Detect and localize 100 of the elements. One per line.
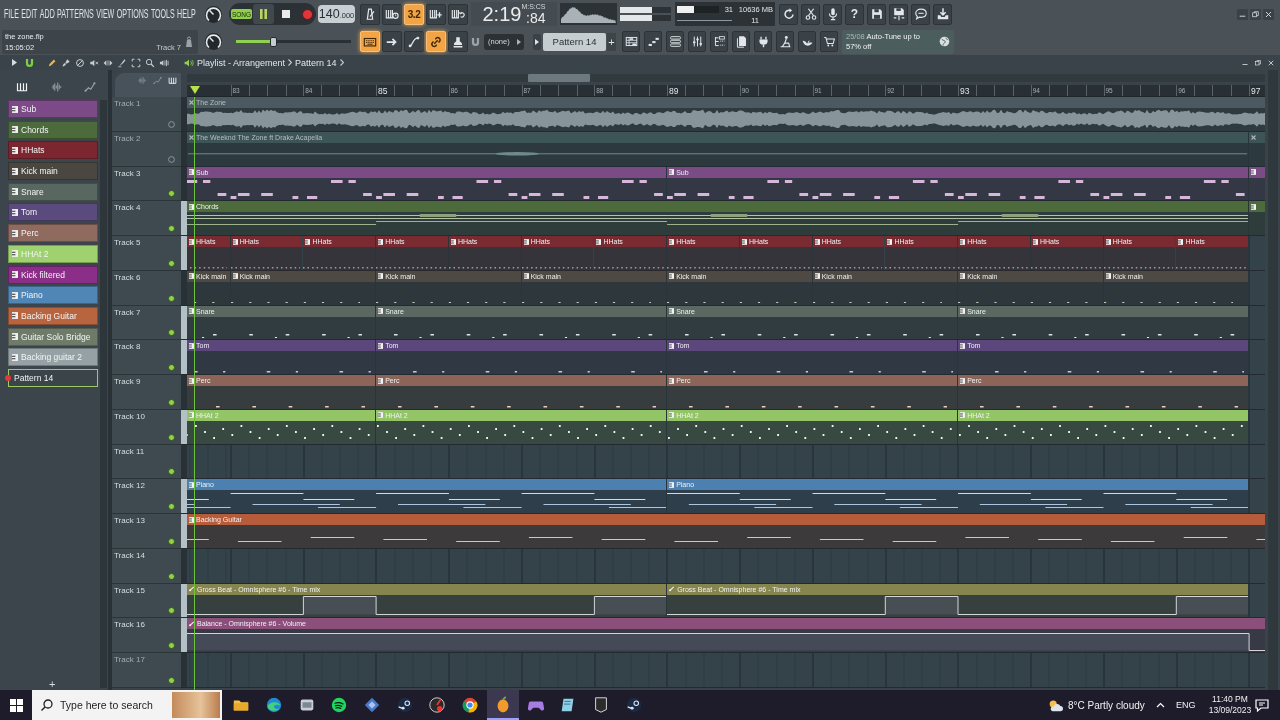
link-button[interactable] xyxy=(426,31,446,52)
keys-icon[interactable] xyxy=(168,76,177,85)
speaker-bars-icon[interactable] xyxy=(159,57,169,68)
pattern-item[interactable]: Backing Guitar xyxy=(8,306,98,325)
menu-item[interactable]: OPTIONS xyxy=(116,7,149,21)
track-header[interactable]: Track 12 xyxy=(112,479,181,514)
restore-button[interactable] xyxy=(1250,8,1261,20)
mic-button[interactable] xyxy=(823,3,842,25)
menu-item[interactable]: VIEW xyxy=(96,7,115,21)
menu-item[interactable]: ADD xyxy=(39,7,55,21)
loop-button[interactable] xyxy=(448,3,468,25)
store-button[interactable] xyxy=(820,31,838,52)
playlist-button[interactable] xyxy=(622,31,640,52)
close-button[interactable] xyxy=(1263,8,1274,20)
pattern-name[interactable]: Pattern 14 xyxy=(295,57,337,68)
typing-button[interactable] xyxy=(360,31,380,52)
brush-icon[interactable] xyxy=(61,57,71,68)
plugin-picker-button[interactable] xyxy=(776,31,794,52)
pattern-item[interactable]: Pattern 14 xyxy=(8,368,98,387)
track-header[interactable]: Track 2 xyxy=(112,131,181,167)
arrow-button[interactable] xyxy=(382,31,402,52)
track-header[interactable]: Track 9 xyxy=(112,375,181,410)
status-dot-icon[interactable] xyxy=(168,190,175,198)
track-header[interactable]: Track 14 xyxy=(112,548,181,584)
vertical-scrollbar[interactable] xyxy=(1268,70,1278,690)
magnifier-icon[interactable] xyxy=(145,57,155,68)
keys-icon[interactable] xyxy=(16,81,28,93)
status-dot-icon[interactable] xyxy=(168,433,175,441)
close-icon[interactable] xyxy=(1267,58,1275,67)
menu-item[interactable]: EDIT xyxy=(21,7,38,21)
save-button[interactable] xyxy=(867,3,886,25)
track-header[interactable]: Track 13 xyxy=(112,514,181,549)
touch-button[interactable] xyxy=(798,31,816,52)
track-header[interactable]: Track 8 xyxy=(112,340,181,375)
magnet-icon[interactable] xyxy=(25,57,34,68)
globe-icon[interactable] xyxy=(939,36,950,47)
pattern-clip[interactable] xyxy=(1249,166,1265,201)
pencil-icon[interactable] xyxy=(47,57,57,68)
track-header[interactable]: Track 10 xyxy=(112,409,181,445)
waveform-icon[interactable] xyxy=(51,81,63,93)
chat-button[interactable] xyxy=(911,3,930,25)
status-dot-icon[interactable] xyxy=(168,120,175,128)
language-indicator[interactable]: ENG xyxy=(1176,700,1194,710)
volume-knob[interactable] xyxy=(204,4,223,24)
restore-icon[interactable] xyxy=(1254,58,1262,67)
minimize-button[interactable] xyxy=(1237,8,1248,20)
stamp-button[interactable] xyxy=(448,31,468,52)
menu-item[interactable]: FILE xyxy=(4,7,19,21)
add-pattern-button[interactable]: + xyxy=(49,679,56,689)
save-split-button[interactable] xyxy=(889,3,908,25)
pattern-clip[interactable] xyxy=(1249,201,1265,235)
pattern-item[interactable]: Tom xyxy=(8,203,98,222)
countdown-button[interactable]: 3.2 xyxy=(404,3,424,25)
search-input[interactable]: Type here to search xyxy=(60,698,165,712)
status-dot-icon[interactable] xyxy=(168,503,175,510)
metronome-button[interactable] xyxy=(360,3,380,25)
status-dot-icon[interactable] xyxy=(168,642,175,649)
caret-right-icon[interactable] xyxy=(12,59,17,66)
weather-text[interactable]: 8°C Partly cloudy xyxy=(1068,699,1145,711)
menu-item[interactable]: PATTERNS xyxy=(57,7,94,21)
pattern-item[interactable]: Sub xyxy=(8,100,98,118)
pattern-item[interactable]: Guitar Solo Bridge xyxy=(8,327,98,346)
status-dot-icon[interactable] xyxy=(168,225,175,232)
pitch-knob[interactable] xyxy=(204,32,223,51)
project-button[interactable] xyxy=(732,31,750,52)
knife-icon[interactable] xyxy=(117,57,127,68)
pause-button[interactable] xyxy=(253,4,274,24)
track-header[interactable]: Track 5 xyxy=(112,236,181,271)
scrollbar-thumb[interactable] xyxy=(528,74,590,82)
status-dot-icon[interactable] xyxy=(168,607,175,615)
status-dot-icon[interactable] xyxy=(168,537,175,545)
wait-button[interactable] xyxy=(382,3,402,25)
pattern-selector[interactable]: Pattern 14 xyxy=(543,32,606,51)
cut-button[interactable] xyxy=(801,3,820,25)
notification-icon[interactable] xyxy=(1254,697,1270,713)
pattern-item[interactable]: Kick main xyxy=(8,162,98,181)
track-header[interactable]: Track 11 xyxy=(112,444,181,480)
status-dot-icon[interactable] xyxy=(168,259,175,267)
playlist-title[interactable]: Playlist - Arrangement xyxy=(197,57,286,68)
selection-corners-icon[interactable] xyxy=(131,57,141,68)
status-dot-icon[interactable] xyxy=(168,329,175,337)
track-header[interactable]: Track 16 xyxy=(112,618,181,653)
clock-date[interactable]: 13/09/2023 xyxy=(1208,705,1252,716)
pattern-item[interactable]: Perc xyxy=(8,224,98,243)
slider-thumb[interactable] xyxy=(269,36,277,47)
clock-time[interactable]: 11:40 PM xyxy=(1212,694,1248,705)
track-header[interactable]: Track 6 xyxy=(112,270,181,306)
undo-button[interactable] xyxy=(779,3,798,25)
pattern-item[interactable]: Piano xyxy=(8,286,98,305)
status-dot-icon[interactable] xyxy=(168,572,175,580)
pattern-item[interactable]: HHats xyxy=(8,141,98,160)
status-dot-icon[interactable] xyxy=(168,364,175,371)
pattern-menu-button[interactable] xyxy=(533,33,541,50)
download-button[interactable] xyxy=(933,3,952,25)
plugin-database-button[interactable] xyxy=(754,31,772,52)
taskbar-app-button[interactable] xyxy=(486,690,520,720)
prohibited-icon[interactable] xyxy=(75,57,85,68)
track-header[interactable]: Track 15 xyxy=(112,583,181,619)
step-button[interactable] xyxy=(426,3,446,25)
add-pattern-button[interactable]: + xyxy=(607,32,616,51)
